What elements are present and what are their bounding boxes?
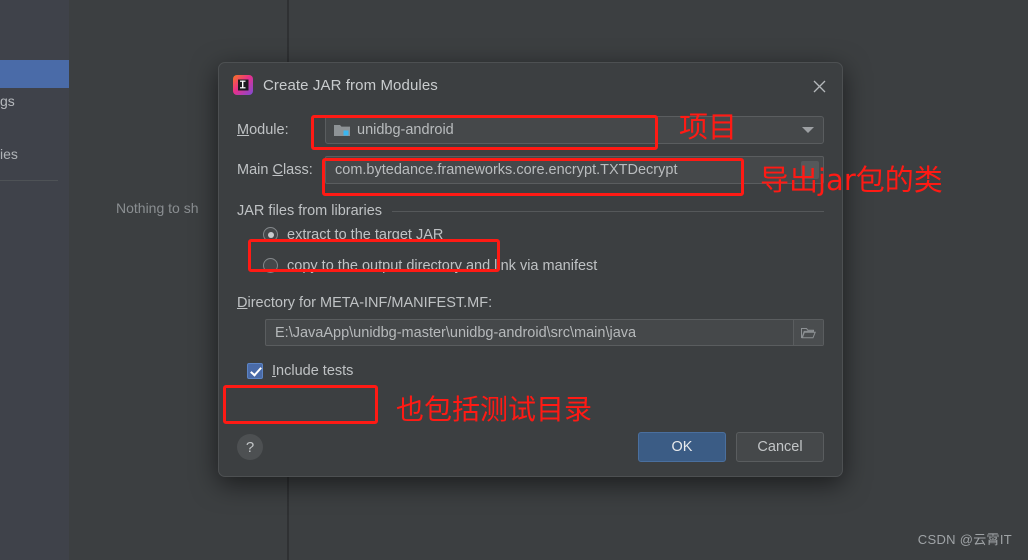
main-class-input[interactable]: com.bytedance.frameworks.core.encrypt.TX…	[325, 156, 824, 184]
radio-extract-rest: xtract to the target JAR	[295, 226, 444, 243]
radio-copy-mark[interactable]	[263, 258, 278, 273]
directory-label-mnemonic: D	[237, 295, 248, 311]
radio-extract-to-target-jar[interactable]: extract to the target JAR	[237, 219, 824, 250]
directory-input[interactable]: E:\JavaApp\unidbg-master\unidbg-android\…	[265, 319, 824, 346]
module-row: Module: unidbg-android	[237, 111, 824, 149]
include-tests-rest: nclude tests	[276, 363, 354, 379]
jar-libs-section-header: JAR files from libraries	[237, 203, 824, 219]
main-class-label: Main Class:	[237, 162, 325, 178]
sidebar-item-selected[interactable]	[0, 60, 69, 88]
directory-label: Directory for META-INF/MANIFEST.MF:	[237, 295, 824, 311]
main-class-label-rest: lass:	[282, 162, 313, 178]
radio-copy-to-output-directory[interactable]: copy to the output directory and link vi…	[237, 250, 824, 281]
module-label-rest: odule:	[249, 122, 289, 138]
module-value: unidbg-android	[357, 122, 454, 138]
folder-browse-icon[interactable]	[793, 320, 823, 345]
main-class-browse-button[interactable]	[801, 161, 819, 179]
radio-extract-mark[interactable]	[263, 227, 278, 242]
empty-state-message: Nothing to sh	[116, 200, 199, 216]
intellij-idea-icon	[233, 75, 253, 95]
module-label: Module:	[237, 122, 325, 138]
cancel-button[interactable]: Cancel	[736, 432, 824, 462]
watermark: CSDN @云霄IT	[917, 532, 1012, 547]
radio-copy-prefix: copy	[287, 257, 322, 274]
module-folder-icon	[334, 125, 350, 136]
main-class-value: com.bytedance.frameworks.core.encrypt.TX…	[335, 162, 678, 178]
sidebar-divider	[0, 180, 58, 181]
main-class-row: Main Class: com.bytedance.frameworks.cor…	[237, 149, 824, 191]
dialog-button-bar: ? OK Cancel	[237, 432, 824, 462]
directory-label-rest: irectory for META-INF/MANIFEST.MF:	[247, 295, 493, 311]
dialog-title: Create JAR from Modules	[263, 76, 438, 94]
module-dropdown[interactable]: unidbg-android	[325, 116, 824, 144]
module-label-mnemonic: M	[237, 122, 250, 138]
help-button[interactable]: ?	[237, 434, 263, 460]
ide-left-panel: gs ies	[0, 0, 69, 560]
close-icon[interactable]	[806, 73, 832, 99]
section-separator	[392, 210, 824, 212]
create-jar-dialog: Create JAR from Modules Module: unidbg-a…	[218, 62, 843, 477]
radio-extract-label: extract to the target JAR	[287, 227, 443, 243]
directory-value: E:\JavaApp\unidbg-master\unidbg-android\…	[275, 324, 637, 341]
radio-extract-mnemonic: e	[287, 226, 296, 243]
main-class-label-prefix: Main	[237, 162, 273, 178]
radio-copy-label: copy to the output directory and link vi…	[287, 258, 597, 274]
dialog-body: Module: unidbg-android Main Class: com.b…	[219, 111, 842, 379]
sidebar-item-libraries[interactable]: ies	[0, 146, 69, 162]
ok-button[interactable]: OK	[638, 432, 726, 462]
radio-copy-rest: o the output directory and link via mani…	[325, 257, 598, 274]
include-tests-check-mark[interactable]	[247, 363, 263, 379]
dialog-titlebar: Create JAR from Modules	[219, 63, 842, 107]
chevron-down-icon[interactable]	[802, 127, 814, 133]
jar-libs-section-title: JAR files from libraries	[237, 203, 383, 219]
main-class-label-mnemonic: C	[272, 162, 283, 178]
include-tests-label: Include tests	[272, 363, 353, 379]
include-tests-checkbox[interactable]: Include tests	[237, 363, 824, 379]
sidebar-item-settings[interactable]: gs	[0, 93, 69, 109]
